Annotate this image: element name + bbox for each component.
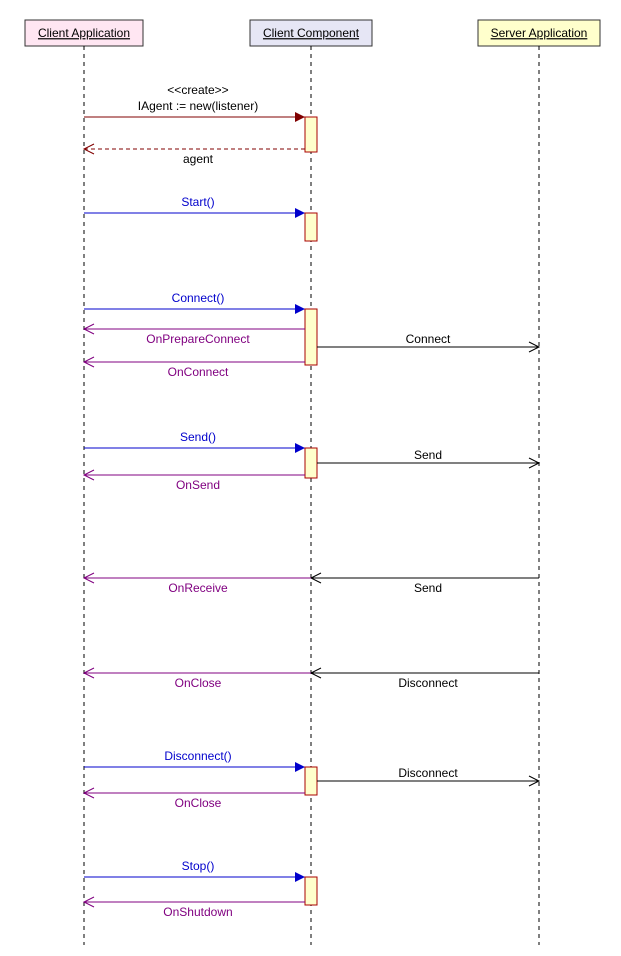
msg-create-return: agent (183, 152, 214, 166)
msg-server-send: Send (414, 581, 442, 595)
msg-send-server: Send (414, 448, 442, 462)
sequence-diagram: Client Application Client Component Serv… (0, 0, 621, 956)
msg-start: Start() (181, 195, 214, 209)
msg-connect-server: Connect (406, 332, 451, 346)
participant-client-comp-label: Client Component (263, 26, 360, 40)
msg-create-label: IAgent := new(listener) (138, 99, 258, 113)
msg-onsend: OnSend (176, 478, 220, 492)
msg-create-stereo: <<create>> (167, 83, 228, 97)
msg-send: Send() (180, 430, 216, 444)
activation-create (305, 117, 317, 152)
msg-onreceive: OnReceive (168, 581, 228, 595)
activation-disconnect (305, 767, 317, 795)
msg-onshutdown: OnShutdown (163, 905, 232, 919)
activation-start (305, 213, 317, 241)
msg-server-disconnect: Disconnect (398, 676, 458, 690)
arrowhead-create (295, 112, 305, 122)
arrowhead-send (295, 443, 305, 453)
participant-client-app-label: Client Application (38, 26, 130, 40)
msg-connect: Connect() (172, 291, 225, 305)
activation-connect (305, 309, 317, 365)
participant-server-app-label: Server Application (491, 26, 588, 40)
msg-onconnect: OnConnect (168, 365, 229, 379)
msg-onprepareconnect: OnPrepareConnect (146, 332, 250, 346)
msg-disconnect: Disconnect() (164, 749, 231, 763)
msg-onclose1: OnClose (175, 676, 222, 690)
msg-disconnect-server: Disconnect (398, 766, 458, 780)
msg-onclose2: OnClose (175, 796, 222, 810)
arrowhead-start (295, 208, 305, 218)
msg-stop: Stop() (182, 859, 215, 873)
activation-stop (305, 877, 317, 905)
arrowhead-connect (295, 304, 305, 314)
arrowhead-stop (295, 872, 305, 882)
activation-send (305, 448, 317, 478)
arrowhead-disconnect (295, 762, 305, 772)
